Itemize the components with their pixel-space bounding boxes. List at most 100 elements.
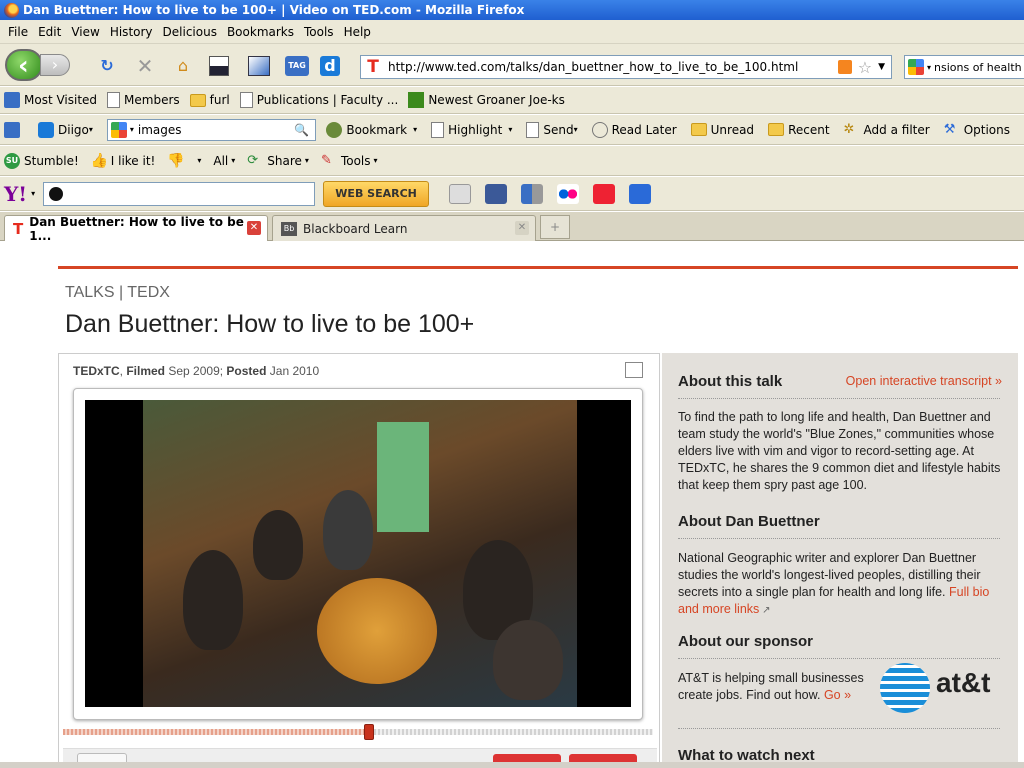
flickr-icon[interactable] — [557, 183, 580, 204]
all-dropdown[interactable]: All ▾ — [213, 154, 235, 168]
bookmark-most-visited[interactable]: Most Visited — [4, 92, 97, 108]
url-text[interactable]: http://www.ted.com/talks/dan_buettner_ho… — [388, 60, 838, 74]
progress-thumb[interactable] — [364, 724, 374, 740]
menu-bar: File Edit View History Delicious Bookmar… — [0, 20, 1024, 44]
transcript-link[interactable]: Open interactive transcript » — [846, 374, 1002, 388]
back-button[interactable] — [5, 49, 43, 81]
close-tab-icon[interactable]: ✕ — [247, 221, 261, 235]
close-tab-icon[interactable]: ✕ — [515, 221, 529, 235]
diigo-sidebar-button[interactable] — [4, 121, 24, 138]
recent-button[interactable]: Recent — [768, 123, 830, 137]
screenshot-icon[interactable] — [209, 56, 229, 76]
like-button[interactable]: 👍 I like it! — [91, 153, 156, 169]
bookmark-star-icon[interactable]: ☆ — [858, 58, 872, 77]
menu-tools[interactable]: Tools — [304, 25, 334, 39]
joeks-icon — [408, 92, 425, 108]
diigo-search-input[interactable]: ▾ images 🔍 — [106, 118, 317, 141]
sponsor-go-link[interactable]: Go » — [824, 688, 851, 702]
divider — [678, 658, 1000, 659]
menu-delicious[interactable]: Delicious — [163, 25, 217, 39]
progress-remaining[interactable] — [370, 729, 653, 735]
menu-bookmarks[interactable]: Bookmarks — [227, 25, 294, 39]
tools-icon: ✎ — [320, 152, 332, 168]
att-globe-icon[interactable] — [880, 663, 930, 713]
options-label: Options — [963, 122, 1010, 137]
menu-file[interactable]: File — [8, 25, 28, 39]
rss-icon[interactable] — [837, 60, 852, 74]
bookmark-label: Members — [124, 93, 180, 107]
tools-button[interactable]: ✎ Tools ▾ — [321, 153, 378, 169]
breadcrumb[interactable]: TALKS | TEDX — [65, 284, 170, 302]
talk-sidebar: About this talk Open interactive transcr… — [662, 353, 1018, 768]
scene-table — [317, 578, 437, 684]
blackboard-favicon-icon: Bb — [281, 221, 297, 236]
search-icon[interactable]: 🔍 — [294, 123, 309, 137]
event-name[interactable]: TEDxTC — [73, 364, 120, 378]
yahoo-search-input[interactable] — [43, 181, 316, 206]
tag-icon[interactable]: TAG — [285, 56, 309, 76]
page-icon — [107, 92, 121, 108]
about-speaker-block: National Geographic writer and explorer … — [678, 550, 1008, 619]
new-tab-button[interactable]: + — [540, 215, 570, 239]
facebook-icon[interactable] — [485, 183, 508, 204]
send-button[interactable]: Send ▾ — [526, 121, 578, 138]
bookmark-icon — [326, 121, 343, 138]
add-filter-button[interactable]: ✲ Add a filter — [844, 122, 930, 138]
stop-icon[interactable]: ✕ — [134, 56, 156, 76]
search-bar[interactable]: ▾ nsions of health c — [904, 55, 1024, 79]
diigo-icon[interactable]: d — [320, 56, 340, 76]
sponsor-block: AT&T is helping small businesses create … — [678, 670, 878, 704]
fullscreen-icon[interactable] — [625, 362, 643, 378]
url-dropdown-icon[interactable]: ▼ — [878, 62, 885, 72]
dislike-button[interactable]: 👎 ▾ — [167, 153, 201, 169]
pencil-icon[interactable] — [449, 183, 472, 204]
forward-button[interactable]: › — [40, 54, 70, 76]
bookmarks-toolbar: Most Visited Members furl Publications |… — [0, 87, 1024, 114]
read-later-button[interactable]: Read Later — [591, 121, 677, 138]
scene-fridge — [377, 422, 429, 532]
bookmark-publications[interactable]: Publications | Faculty ... — [239, 92, 398, 108]
tab-bar: T Dan Buettner: How to live to be 1... ✕… — [0, 212, 1024, 243]
sponsor-logo-text[interactable]: at&t — [936, 667, 990, 699]
horizontal-scrollbar[interactable] — [0, 762, 1024, 768]
highlight-button[interactable]: Highlight ▾ — [431, 121, 512, 138]
unread-button[interactable]: Unread — [690, 123, 754, 137]
reload-icon[interactable]: ↻ — [96, 56, 118, 76]
mail-icon[interactable] — [629, 183, 652, 204]
google-icon[interactable] — [110, 121, 127, 138]
menu-history[interactable]: History — [110, 25, 153, 39]
all-label: All — [213, 153, 229, 168]
search-engine-dropdown-icon[interactable]: ▾ — [927, 63, 931, 72]
alert-icon[interactable] — [593, 183, 616, 204]
address-bar[interactable]: T http://www.ted.com/talks/dan_buettner_… — [360, 55, 892, 79]
yahoo-logo[interactable]: Y! — [4, 182, 27, 206]
diigo-menu-button[interactable]: Diigo ▾ — [38, 121, 93, 138]
stumbleupon-icon: SU — [4, 152, 20, 169]
bookmark-button[interactable]: Bookmark ▾ — [326, 121, 417, 138]
yahoo-dropdown-icon[interactable]: ▾ — [31, 189, 35, 198]
menu-view[interactable]: View — [71, 25, 99, 39]
bookmark-members[interactable]: Members — [107, 92, 180, 108]
menu-edit[interactable]: Edit — [38, 25, 61, 39]
delicious-icon[interactable] — [521, 183, 544, 204]
share-button[interactable]: ⟳ Share ▾ — [247, 153, 309, 169]
google-icon[interactable] — [908, 59, 924, 75]
share-icon: ⟳ — [247, 152, 259, 168]
tab-ted[interactable]: T Dan Buettner: How to live to be 1... ✕ — [4, 215, 268, 243]
bookmark-groaner[interactable]: Newest Groaner Joe-ks — [408, 92, 565, 108]
send-label: Send — [543, 122, 574, 137]
stumble-button[interactable]: SU Stumble! — [4, 152, 79, 169]
diigo-search-value[interactable]: images — [134, 123, 294, 137]
web-search-button[interactable]: WEB SEARCH — [323, 180, 430, 207]
divider — [678, 398, 1000, 399]
tab-blackboard[interactable]: Bb Blackboard Learn ✕ — [272, 215, 536, 241]
options-button[interactable]: ⚒ Options — [944, 122, 1010, 138]
search-bar-text[interactable]: nsions of health c — [934, 61, 1024, 74]
bookmark-label: Newest Groaner Joe-ks — [428, 93, 565, 107]
video-screen[interactable] — [85, 400, 631, 707]
menu-help[interactable]: Help — [344, 25, 371, 39]
bookmark-furl[interactable]: furl — [189, 93, 230, 107]
window-icon[interactable] — [248, 56, 270, 76]
home-icon[interactable]: ⌂ — [172, 56, 194, 76]
page-title: Dan Buettner: How to live to be 100+ — [65, 310, 475, 338]
